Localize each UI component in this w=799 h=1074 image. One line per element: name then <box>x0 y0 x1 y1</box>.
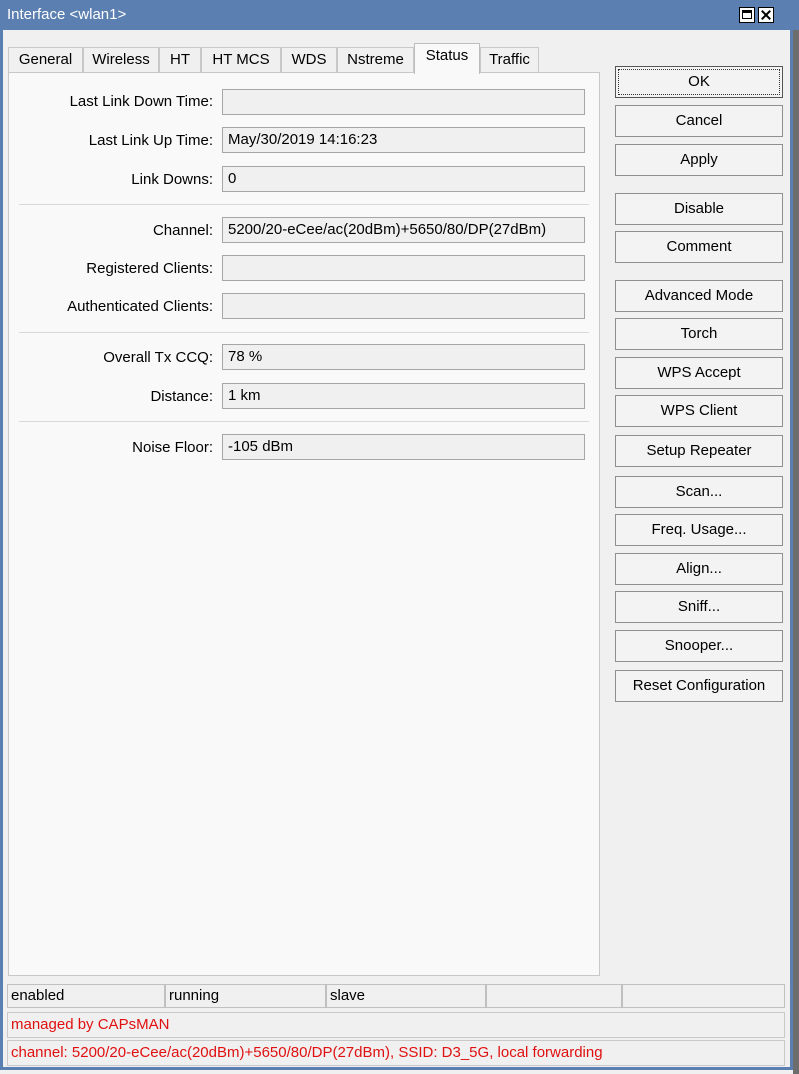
tab-traffic[interactable]: Traffic <box>480 47 539 73</box>
last-link-down-time-label: Last Link Down Time: <box>69 93 213 110</box>
status-slave: slave <box>326 984 486 1008</box>
tab-status[interactable]: Status <box>414 43 480 74</box>
maximize-icon[interactable] <box>739 7 755 23</box>
setup-repeater-button[interactable]: Setup Repeater <box>615 435 783 467</box>
status-running: running <box>165 984 326 1008</box>
align-button[interactable]: Align... <box>615 553 783 585</box>
status-cell-empty <box>622 984 785 1008</box>
distance-field[interactable]: 1 km <box>222 383 585 409</box>
noise-floor-label: Noise Floor: <box>132 439 213 456</box>
advanced-mode-button[interactable]: Advanced Mode <box>615 280 783 312</box>
tab-ht[interactable]: HT <box>159 47 201 73</box>
overall-tx-ccq-label: Overall Tx CCQ: <box>103 349 213 366</box>
link-downs-field[interactable]: 0 <box>222 166 585 192</box>
authenticated-clients-label: Authenticated Clients: <box>67 298 213 315</box>
comment-button[interactable]: Comment <box>615 231 783 263</box>
separator <box>19 332 589 333</box>
scan-button[interactable]: Scan... <box>615 476 783 508</box>
status-panel: Last Link Down Time: Last Link Up Time: … <box>8 72 600 976</box>
registered-clients-field[interactable] <box>222 255 585 281</box>
tab-wireless[interactable]: Wireless <box>83 47 159 73</box>
last-link-up-time-field[interactable]: May/30/2019 14:16:23 <box>222 127 585 153</box>
tab-nstreme[interactable]: Nstreme <box>337 47 414 73</box>
close-icon[interactable] <box>758 7 774 23</box>
overall-tx-ccq-field[interactable]: 78 % <box>222 344 585 370</box>
apply-button[interactable]: Apply <box>615 144 783 176</box>
disable-button[interactable]: Disable <box>615 193 783 225</box>
channel-message: channel: 5200/20-eCee/ac(20dBm)+5650/80/… <box>7 1040 785 1066</box>
last-link-up-time-label: Last Link Up Time: <box>88 132 213 149</box>
separator <box>19 421 589 422</box>
sniff-button[interactable]: Sniff... <box>615 591 783 623</box>
background-window-edge <box>793 30 799 1074</box>
channel-label: Channel: <box>152 222 213 239</box>
last-link-down-time-field[interactable] <box>222 89 585 115</box>
tab-ht-mcs[interactable]: HT MCS <box>201 47 281 73</box>
status-enabled: enabled <box>7 984 165 1008</box>
wps-client-button[interactable]: WPS Client <box>615 395 783 427</box>
channel-field[interactable]: 5200/20-eCee/ac(20dBm)+5650/80/DP(27dBm) <box>222 217 585 243</box>
tab-wds[interactable]: WDS <box>281 47 337 73</box>
torch-button[interactable]: Torch <box>615 318 783 350</box>
separator <box>19 204 589 205</box>
tab-general[interactable]: General <box>8 47 83 73</box>
distance-label: Distance: <box>150 388 213 405</box>
managed-message: managed by CAPsMAN <box>7 1012 785 1038</box>
status-cell-empty <box>486 984 622 1008</box>
registered-clients-label: Registered Clients: <box>86 260 213 277</box>
cancel-button[interactable]: Cancel <box>615 105 783 137</box>
wps-accept-button[interactable]: WPS Accept <box>615 357 783 389</box>
freq-usage-button[interactable]: Freq. Usage... <box>615 514 783 546</box>
ok-button[interactable]: OK <box>615 66 783 98</box>
snooper-button[interactable]: Snooper... <box>615 630 783 662</box>
link-downs-label: Link Downs: <box>131 171 213 188</box>
window-title: Interface <wlan1> <box>7 6 127 23</box>
title-bar[interactable]: Interface <wlan1> <box>0 0 799 30</box>
noise-floor-field[interactable]: -105 dBm <box>222 434 585 460</box>
reset-configuration-button[interactable]: Reset Configuration <box>615 670 783 702</box>
authenticated-clients-field[interactable] <box>222 293 585 319</box>
